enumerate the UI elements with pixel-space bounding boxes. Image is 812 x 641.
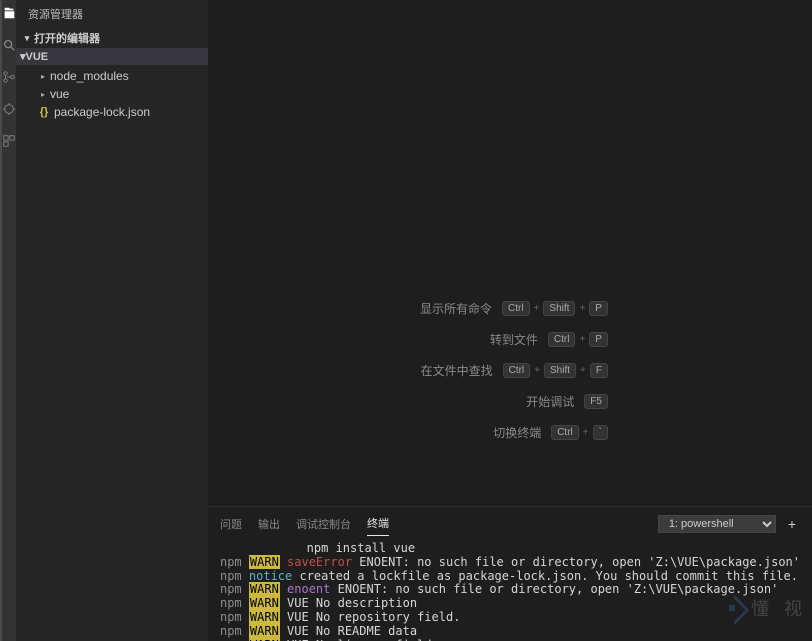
shortcut-label: 开始调试 bbox=[494, 393, 574, 410]
panel-tab[interactable]: 终端 bbox=[367, 511, 389, 536]
terminal-line: npm WARN VUE No README data bbox=[220, 625, 800, 639]
new-terminal-button[interactable]: + bbox=[784, 516, 800, 532]
tree-item-label: vue bbox=[50, 87, 69, 101]
terminal-line: npm notice created a lockfile as package… bbox=[220, 570, 800, 584]
watermark-logo-icon bbox=[719, 594, 750, 625]
activity-bar bbox=[0, 0, 16, 641]
keyboard-key: F bbox=[590, 363, 608, 378]
editor-welcome-area: 显示所有命令Ctrl+Shift+P转到文件Ctrl+P在文件中查找Ctrl+S… bbox=[208, 0, 812, 506]
extensions-icon[interactable] bbox=[2, 134, 16, 148]
shortcut-keys: Ctrl+ P bbox=[548, 332, 608, 347]
shortcut-keys: F5 bbox=[584, 394, 608, 409]
shortcut-row: 在文件中查找Ctrl+Shift+F bbox=[412, 362, 608, 379]
plus-separator: + bbox=[583, 427, 589, 438]
explorer-sidebar: 资源管理器 ▾ 打开的编辑器 ▾ VUE ▸ node_modules ▸ vu… bbox=[16, 0, 208, 641]
sidebar-title: 资源管理器 bbox=[16, 0, 208, 28]
keyboard-key: F5 bbox=[584, 394, 608, 409]
shortcut-label: 转到文件 bbox=[458, 331, 538, 348]
shortcut-row: 切换终端 Ctrl + ` bbox=[412, 424, 608, 441]
file-tree: ▸ node_modules ▸ vue {} package-lock.jso… bbox=[16, 65, 208, 123]
workspace-folder-header[interactable]: ▾ VUE bbox=[16, 48, 208, 65]
shortcut-row: 转到文件 Ctrl+ P bbox=[412, 331, 608, 348]
panel-controls: 1: powershell + bbox=[658, 515, 800, 533]
keyboard-key: Shift bbox=[544, 363, 576, 378]
shortcut-label: 切换终端 bbox=[461, 424, 541, 441]
main-area: 显示所有命令Ctrl+Shift+P转到文件Ctrl+P在文件中查找Ctrl+S… bbox=[208, 0, 812, 641]
plus-separator: + bbox=[534, 303, 540, 314]
tree-item-folder[interactable]: ▸ vue bbox=[16, 85, 208, 103]
terminal-line: npm WARN saveError ENOENT: no such file … bbox=[220, 556, 800, 570]
tree-item-label: package-lock.json bbox=[54, 105, 150, 119]
shortcut-keys: Ctrl+Shift+P bbox=[502, 301, 608, 316]
keyboard-key: Ctrl bbox=[502, 301, 530, 316]
keyboard-key: Ctrl bbox=[551, 425, 579, 440]
shortcut-row: 开始调试 F5 bbox=[412, 393, 608, 410]
explorer-icon[interactable] bbox=[2, 6, 16, 20]
source-control-icon[interactable] bbox=[2, 70, 16, 84]
panel-tabs: 问题输出调试控制台终端 1: powershell + bbox=[208, 507, 812, 536]
plus-separator: + bbox=[579, 334, 585, 345]
keyboard-key: Shift bbox=[543, 301, 575, 316]
vscode-logo-icon bbox=[420, 80, 600, 263]
shortcut-keys: Ctrl+Shift+F bbox=[503, 363, 608, 378]
workspace-folder-label: VUE bbox=[26, 51, 49, 63]
welcome-shortcuts: 显示所有命令Ctrl+Shift+P转到文件Ctrl+P在文件中查找Ctrl+S… bbox=[412, 300, 608, 441]
plus-separator: + bbox=[534, 365, 540, 376]
keyboard-key: P bbox=[589, 332, 608, 347]
tree-item-folder[interactable]: ▸ node_modules bbox=[16, 67, 208, 85]
panel-tab[interactable]: 问题 bbox=[220, 512, 242, 536]
chevron-right-icon: ▸ bbox=[36, 90, 50, 99]
json-file-icon: {} bbox=[36, 106, 52, 118]
tree-item-file[interactable]: {} package-lock.json bbox=[16, 103, 208, 121]
keyboard-key: Ctrl bbox=[503, 363, 531, 378]
terminal-line: npm WARN VUE No repository field. bbox=[220, 611, 800, 625]
panel-tab[interactable]: 调试控制台 bbox=[296, 512, 351, 536]
shortcut-label: 在文件中查找 bbox=[413, 362, 493, 379]
open-editors-header[interactable]: ▾ 打开的编辑器 bbox=[16, 28, 208, 48]
plus-separator: + bbox=[579, 303, 585, 314]
terminal-output[interactable]: npm install vue npm WARN saveError ENOEN… bbox=[208, 536, 812, 641]
open-editors-label: 打开的编辑器 bbox=[34, 30, 100, 46]
shortcut-row: 显示所有命令Ctrl+Shift+P bbox=[412, 300, 608, 317]
terminal-selector[interactable]: 1: powershell bbox=[658, 515, 776, 533]
terminal-line: npm WARN VUE No description bbox=[220, 597, 800, 611]
terminal-line: npm install vue bbox=[220, 542, 800, 556]
watermark: 懂 视 bbox=[723, 599, 804, 621]
shortcut-keys: Ctrl + ` bbox=[551, 425, 608, 440]
keyboard-key: ` bbox=[593, 425, 608, 440]
tree-item-label: node_modules bbox=[50, 69, 129, 83]
plus-separator: + bbox=[580, 365, 586, 376]
terminal-line: npm WARN enoent ENOENT: no such file or … bbox=[220, 583, 800, 597]
keyboard-key: P bbox=[589, 301, 608, 316]
search-icon[interactable] bbox=[2, 38, 16, 52]
bottom-panel: 问题输出调试控制台终端 1: powershell + npm install … bbox=[208, 506, 812, 641]
debug-icon[interactable] bbox=[2, 102, 16, 116]
chevron-right-icon: ▸ bbox=[36, 72, 50, 81]
panel-tab[interactable]: 输出 bbox=[258, 512, 280, 536]
shortcut-label: 显示所有命令 bbox=[412, 300, 492, 317]
chevron-down-icon: ▾ bbox=[20, 33, 34, 44]
keyboard-key: Ctrl bbox=[548, 332, 576, 347]
watermark-text: 懂 视 bbox=[751, 600, 804, 621]
